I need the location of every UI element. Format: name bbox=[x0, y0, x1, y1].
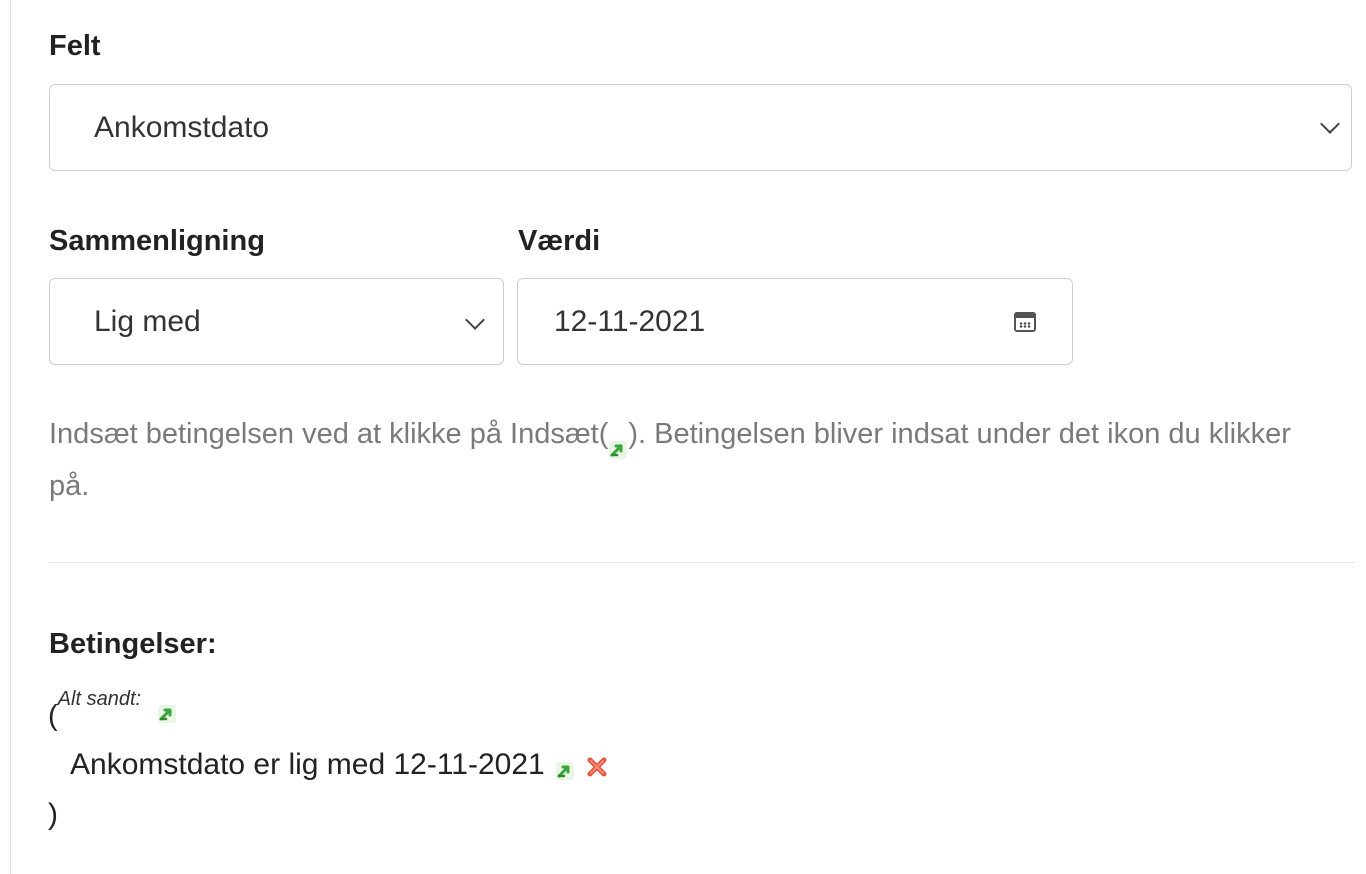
comparison-select-value: Lig med bbox=[94, 304, 201, 338]
open-paren: ( bbox=[48, 700, 58, 732]
conditions-heading: Betingelser: bbox=[49, 628, 217, 660]
calendar-icon[interactable] bbox=[1014, 312, 1036, 332]
condition-text: Ankomstdato er lig med 12-11-2021 bbox=[70, 748, 545, 781]
field-label: Felt bbox=[49, 30, 101, 62]
panel-left-border bbox=[10, 0, 11, 874]
help-text-before: Indsæt betingelsen ved at klikke på Inds… bbox=[49, 418, 609, 450]
date-input-value: 12-11-2021 bbox=[554, 304, 706, 338]
insert-arrow-icon[interactable] bbox=[157, 699, 177, 724]
date-input[interactable]: 12-11-2021 bbox=[517, 278, 1073, 365]
condition-group-open: (Alt sandt: bbox=[48, 686, 177, 732]
field-select-value: Ankomstdato bbox=[94, 110, 270, 144]
insert-arrow-icon bbox=[608, 425, 628, 460]
value-label: Værdi bbox=[518, 225, 601, 257]
group-label: Alt sandt: bbox=[57, 688, 142, 710]
section-divider bbox=[49, 562, 1355, 563]
help-text: Indsæt betingelsen ved at klikke på Inds… bbox=[49, 408, 1339, 512]
condition-item: Ankomstdato er lig med 12-11-2021 bbox=[70, 748, 609, 782]
remove-x-icon[interactable] bbox=[585, 753, 609, 777]
field-select[interactable]: Ankomstdato bbox=[49, 84, 1352, 171]
insert-arrow-icon[interactable] bbox=[555, 755, 575, 780]
comparison-select[interactable]: Lig med bbox=[49, 278, 504, 365]
comparison-label: Sammenligning bbox=[49, 225, 265, 257]
close-paren: ) bbox=[48, 798, 58, 831]
